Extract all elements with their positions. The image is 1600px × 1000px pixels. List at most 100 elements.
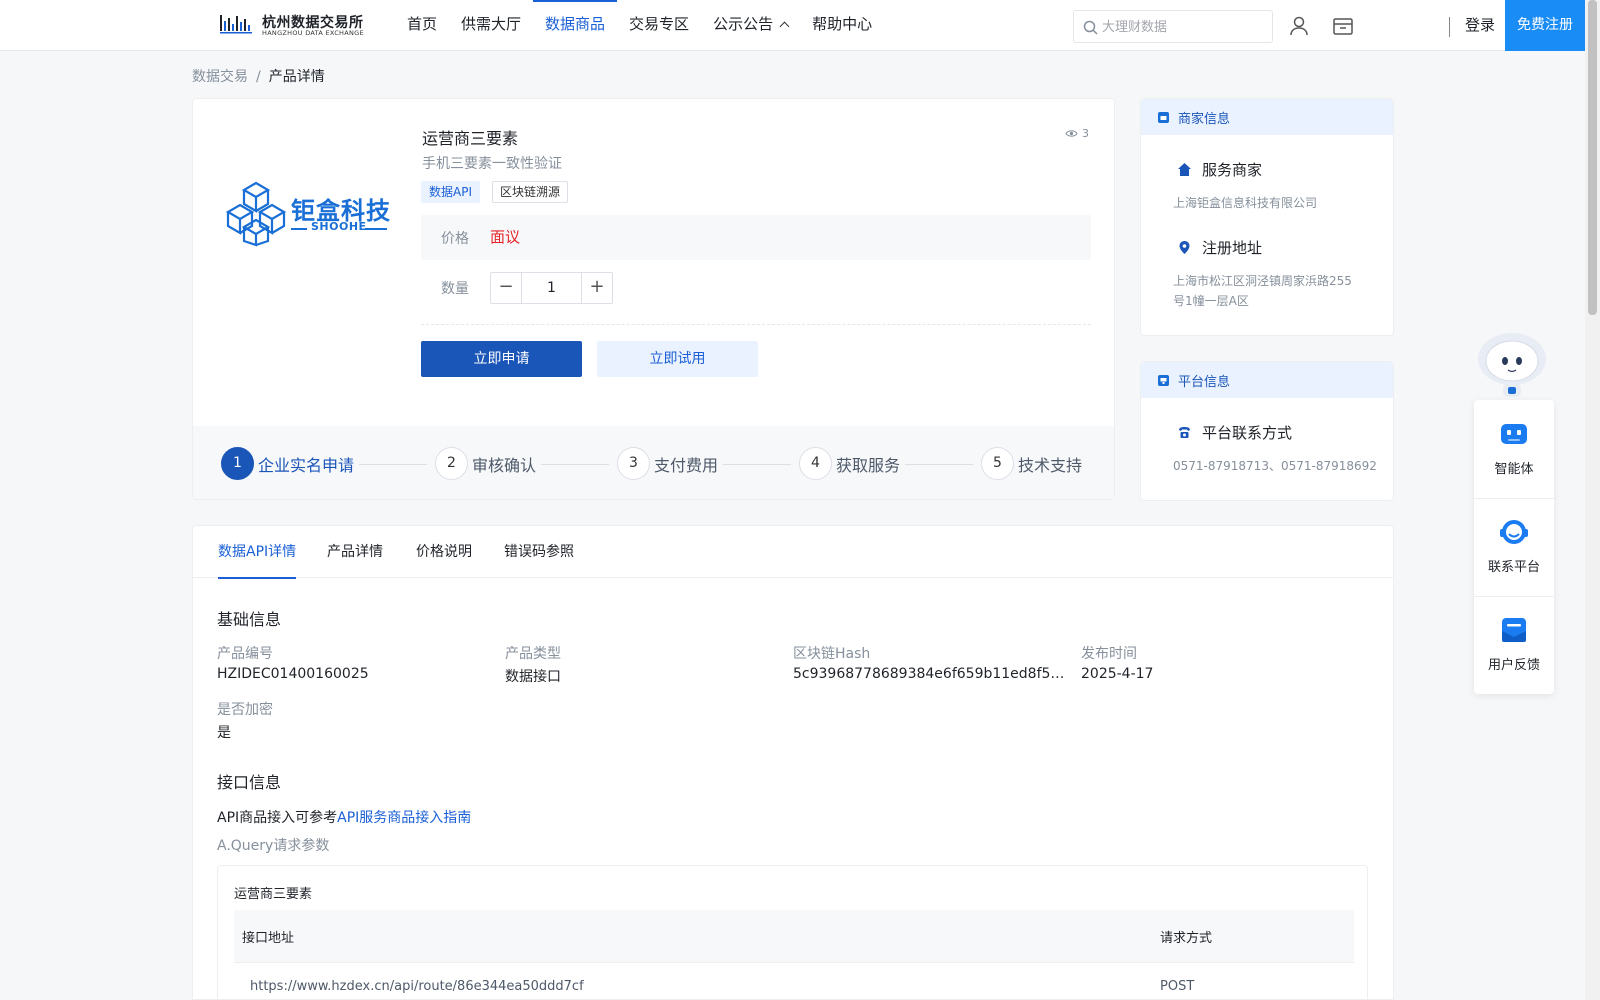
request-method: POST	[1160, 979, 1195, 994]
merchant-info-card: 商家信息 服务商家 上海钜盒信息科技有限公司 注册地址 上海市松江区洞泾镇周家浜…	[1140, 98, 1394, 336]
product-id-label: 产品编号	[217, 646, 273, 662]
bot-icon	[1501, 424, 1527, 444]
address-label: 注册地址	[1202, 239, 1263, 257]
step-2: 2 审核确认	[435, 447, 536, 480]
cubes-logo-icon	[225, 181, 287, 247]
tag-blockchain: 区块链溯源	[492, 181, 569, 203]
step-connector	[541, 464, 609, 465]
step-1: 1 企业实名申请	[221, 447, 354, 480]
platform-contact-label: 平台联系方式	[1202, 424, 1293, 442]
store-icon[interactable]	[1332, 15, 1354, 37]
api-params-box: 运营商三要素 接口地址 请求方式 https://www.hzdex.cn/ap…	[217, 865, 1368, 1000]
col-method: 请求方式	[1160, 931, 1213, 946]
nav-trading-zone[interactable]: 交易专区	[617, 0, 701, 51]
nav-announcements-label: 公示公告	[713, 15, 774, 33]
blockchain-hash-label: 区块链Hash	[793, 646, 871, 662]
tag-data-api: 数据API	[421, 181, 480, 203]
api-table-header: 接口地址 请求方式	[234, 910, 1354, 963]
api-guide-prefix: API商品接入可参考	[217, 810, 338, 826]
query-params-label: A.Query请求参数	[217, 838, 330, 854]
breadcrumb-separator: /	[256, 69, 261, 85]
api-box-title: 运营商三要素	[234, 887, 313, 902]
nav-announcements[interactable]: 公示公告	[701, 0, 800, 51]
brand-logo: 钜盒科技 SHOOHE	[225, 181, 395, 247]
platform-contact-row: 平台联系方式	[1177, 422, 1292, 443]
exchange-logo[interactable]: 杭州数据交易所 HANGZHOU DATA EXCHANGE	[220, 11, 364, 39]
step-number: 2	[435, 447, 468, 480]
nav-help-center[interactable]: 帮助中心	[800, 0, 884, 51]
tab-price-info[interactable]: 价格说明	[416, 526, 472, 578]
contact-platform-tool[interactable]: 联系平台	[1474, 498, 1554, 595]
step-label: 审核确认	[472, 455, 537, 475]
publish-time-label: 发布时间	[1081, 646, 1137, 662]
register-button[interactable]: 免费注册	[1505, 0, 1585, 51]
col-endpoint: 接口地址	[242, 931, 295, 946]
merchant-info-title: 商家信息	[1178, 111, 1231, 127]
trial-button[interactable]: 立即试用	[597, 341, 758, 377]
step-5: 5 技术支持	[981, 447, 1082, 480]
step-connector	[359, 464, 427, 465]
product-subtitle: 手机三要素一致性验证	[422, 156, 562, 172]
nav-data-products[interactable]: 数据商品	[533, 0, 618, 51]
step-number: 5	[981, 447, 1014, 480]
chevron-up-icon	[779, 21, 790, 32]
nav-home[interactable]: 首页	[395, 0, 449, 51]
scrollbar-thumb[interactable]	[1588, 0, 1597, 315]
step-number: 1	[221, 447, 254, 480]
search-box[interactable]	[1073, 10, 1273, 43]
agent-tool[interactable]: 智能体	[1474, 400, 1554, 497]
api-guide-text: API商品接入可参考API服务商品接入指南	[217, 807, 471, 827]
step-label: 企业实名申请	[258, 455, 355, 475]
step-number: 4	[799, 447, 832, 480]
top-header: 杭州数据交易所 HANGZHOU DATA EXCHANGE 首页 供需大厅 数…	[0, 0, 1585, 51]
nav-supply-demand[interactable]: 供需大厅	[449, 0, 533, 51]
user-icon[interactable]	[1288, 15, 1310, 37]
header-divider	[1449, 17, 1450, 37]
step-connector	[723, 464, 791, 465]
step-label: 技术支持	[1018, 455, 1083, 475]
endpoint-url[interactable]: https://www.hzdex.cn/api/route/86e344ea5…	[250, 979, 584, 994]
home-icon	[1178, 163, 1191, 176]
tab-error-codes[interactable]: 错误码参照	[504, 526, 574, 578]
robot-mascot-icon[interactable]	[1472, 325, 1552, 400]
floating-toolbar: 智能体 联系平台 用户反馈	[1474, 400, 1554, 694]
view-count-value: 3	[1082, 127, 1089, 140]
basic-info-heading: 基础信息	[217, 610, 282, 629]
step-label: 获取服务	[836, 455, 901, 475]
api-guide-link[interactable]: API服务商品接入指南	[337, 810, 471, 826]
price-value: 面议	[490, 228, 521, 246]
price-box: 价格 面议	[421, 215, 1091, 260]
increment-button[interactable]: +	[581, 273, 612, 303]
product-detail-section: 数据API详情 产品详情 价格说明 错误码参照 基础信息 产品编号 HZIDEC…	[192, 525, 1394, 1000]
feedback-tool[interactable]: 用户反馈	[1474, 596, 1554, 693]
view-count: 3	[1065, 127, 1089, 140]
address-value: 上海市松江区洞泾镇周家浜路255号1幢一层A区	[1173, 274, 1352, 308]
search-input[interactable]	[1102, 17, 1262, 37]
page-scrollbar[interactable]	[1585, 0, 1600, 1000]
service-merchant-value: 上海钜盒信息科技有限公司	[1173, 196, 1318, 210]
process-steps: 1 企业实名申请 2 审核确认 3 支付费用 4 获取服务 5 技术支持	[193, 426, 1114, 499]
quantity-stepper: − 1 +	[490, 272, 613, 304]
detail-tabs: 数据API详情 产品详情 价格说明 错误码参照	[193, 526, 1393, 579]
tab-api-detail[interactable]: 数据API详情	[218, 526, 297, 579]
product-id-value: HZIDEC01400160025	[217, 666, 369, 682]
step-3: 3 支付费用	[617, 447, 718, 480]
tab-product-detail[interactable]: 产品详情	[327, 526, 383, 578]
apply-button[interactable]: 立即申请	[421, 341, 582, 377]
breadcrumb: 数据交易 / 产品详情	[192, 66, 325, 86]
brand-line-right	[365, 228, 387, 230]
platform-contact-value: 0571-87918713、0571-87918692	[1173, 459, 1377, 473]
login-link[interactable]: 登录	[1465, 0, 1495, 51]
logo-bars-icon	[220, 15, 252, 34]
breadcrumb-parent[interactable]: 数据交易	[192, 69, 248, 85]
headset-icon	[1500, 520, 1528, 544]
platform-info-card: 平台信息 平台联系方式 0571-87918713、0571-87918692	[1140, 361, 1394, 501]
step-number: 3	[617, 447, 650, 480]
feedback-label: 用户反馈	[1487, 658, 1540, 673]
merchant-info-header: 商家信息	[1141, 99, 1393, 135]
decrement-button[interactable]: −	[491, 273, 522, 303]
product-type-label: 产品类型	[505, 646, 561, 662]
quantity-value[interactable]: 1	[522, 273, 581, 303]
feedback-icon	[1502, 618, 1526, 642]
encrypted-value: 是	[217, 725, 231, 741]
